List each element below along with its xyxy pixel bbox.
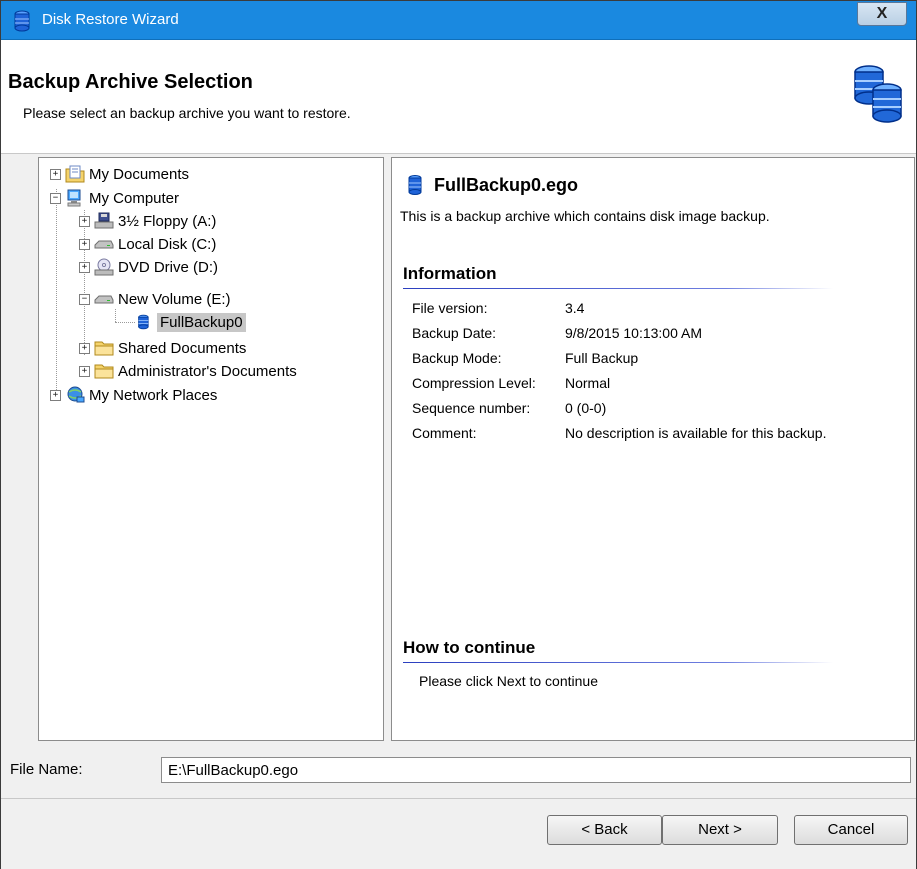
tree-item-label: Shared Documents (118, 339, 247, 357)
tree-item-my-documents[interactable]: + My Documents (50, 163, 189, 185)
database-stack-icon (854, 65, 902, 123)
page-title: Backup Archive Selection (8, 71, 253, 93)
section-divider (403, 288, 833, 289)
expand-toggle[interactable]: + (50, 168, 61, 180)
floppy-drive-icon (94, 212, 114, 229)
tree-item-local-disk-c[interactable]: + Local Disk (C:) (79, 233, 216, 255)
expand-toggle[interactable]: + (79, 261, 90, 273)
folder-icon (94, 364, 114, 379)
close-button[interactable]: X (857, 2, 907, 26)
folder-tree[interactable]: + My Documents − My Computer + 3½ Floppy… (38, 157, 384, 741)
dvd-drive-icon (94, 258, 114, 276)
section-divider (403, 662, 833, 663)
field-value: 3.4 (565, 300, 585, 316)
field-value: Normal (565, 375, 611, 391)
field-label: Backup Date: (412, 325, 497, 341)
back-button[interactable]: < Back (547, 815, 662, 845)
field-value: 0 (0-0) (565, 400, 607, 416)
tree-item-administrators-documents[interactable]: + Administrator's Documents (79, 360, 297, 382)
tree-item-shared-documents[interactable]: + Shared Documents (79, 337, 246, 359)
tree-item-label: New Volume (E:) (118, 290, 231, 308)
expand-toggle[interactable]: + (79, 215, 90, 227)
field-value: No description is available for this bac… (565, 425, 827, 441)
tree-item-fullbackup0[interactable]: FullBackup0 (137, 311, 246, 333)
field-label: Backup Mode: (412, 350, 502, 366)
tree-item-label: 3½ Floppy (A:) (118, 212, 217, 230)
tree-item-label: Administrator's Documents (118, 362, 297, 380)
my-documents-icon (65, 165, 85, 183)
field-label: File version: (412, 300, 488, 316)
backup-archive-icon (408, 175, 422, 195)
field-label: Sequence number: (412, 400, 531, 416)
tree-item-label: DVD Drive (D:) (118, 258, 218, 276)
window-title: Disk Restore Wizard (42, 11, 179, 28)
tree-item-new-volume-e[interactable]: − New Volume (E:) (79, 288, 231, 310)
field-value: Full Backup (565, 350, 639, 366)
field-label: Comment: (412, 425, 477, 441)
collapse-toggle[interactable]: − (50, 192, 61, 204)
hard-disk-icon (94, 240, 114, 249)
expand-toggle[interactable]: + (79, 342, 90, 354)
hard-disk-icon (94, 295, 114, 304)
how-to-continue-heading: How to continue (403, 638, 536, 657)
computer-icon (67, 189, 81, 207)
tree-item-floppy-a[interactable]: + 3½ Floppy (A:) (79, 210, 216, 232)
cancel-button[interactable]: Cancel (794, 815, 908, 845)
tree-item-label: FullBackup0 (157, 312, 246, 332)
archive-info-panel: FullBackup0.ego This is a backup archive… (391, 157, 915, 741)
file-name-label: File Name: (10, 761, 83, 778)
folder-icon (94, 341, 114, 356)
button-bar (1, 798, 916, 869)
tree-item-label: My Computer (89, 189, 180, 207)
expand-toggle[interactable]: + (79, 365, 90, 377)
tree-item-label: My Documents (89, 165, 190, 183)
wizard-header: Backup Archive Selection Please select a… (1, 40, 916, 154)
network-icon (67, 386, 85, 403)
field-label: Compression Level: (412, 375, 536, 391)
tree-item-my-computer[interactable]: − My Computer (50, 187, 179, 209)
tree-item-label: Local Disk (C:) (118, 235, 217, 253)
database-icon (14, 10, 30, 32)
collapse-toggle[interactable]: − (79, 293, 90, 305)
archive-file-title: FullBackup0.ego (434, 175, 579, 195)
page-subtitle: Please select an backup archive you want… (23, 105, 351, 121)
expand-toggle[interactable]: + (79, 238, 90, 250)
archive-description: This is a backup archive which contains … (400, 208, 770, 224)
continue-instructions: Please click Next to continue (419, 673, 598, 689)
expand-toggle[interactable]: + (50, 389, 61, 401)
tree-item-my-network-places[interactable]: + My Network Places (50, 384, 217, 406)
information-heading: Information (403, 264, 497, 283)
file-name-field[interactable] (161, 757, 911, 783)
tree-item-label: My Network Places (89, 386, 218, 404)
next-button[interactable]: Next > (662, 815, 778, 845)
title-bar[interactable]: Disk Restore Wizard X (1, 1, 916, 40)
tree-item-dvd-drive-d[interactable]: + DVD Drive (D:) (79, 256, 218, 278)
backup-archive-icon (138, 314, 149, 330)
wizard-window: Disk Restore Wizard X Backup Archive Sel… (0, 0, 917, 869)
field-value: 9/8/2015 10:13:00 AM (565, 325, 702, 341)
